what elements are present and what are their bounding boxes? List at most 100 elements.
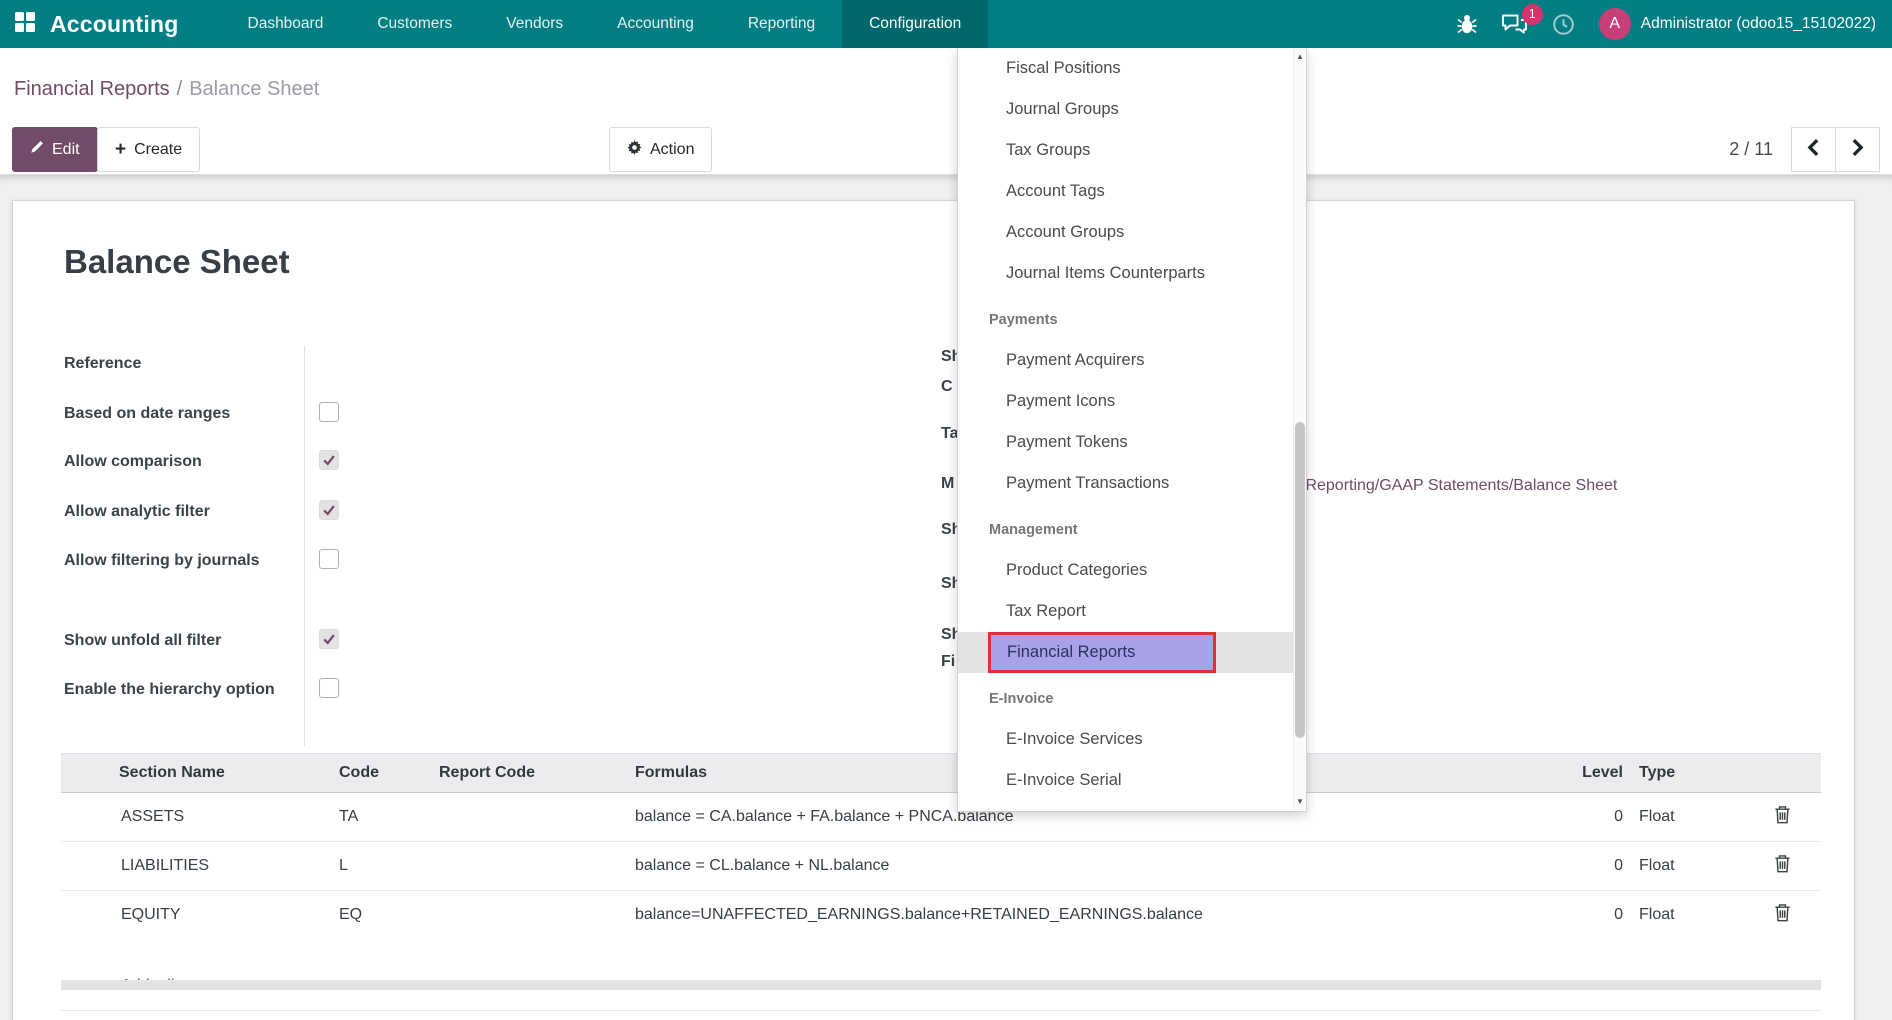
action-button[interactable]: Action (609, 127, 712, 172)
column-header-level[interactable]: Level (1486, 754, 1631, 793)
action-button-label: Action (650, 141, 694, 159)
scrollbar-thumb[interactable] (1295, 422, 1305, 738)
dropdown-scrollbar[interactable]: ▲ ▼ (1293, 48, 1306, 810)
field-label-allow-filtering-by-journals: Allow filtering by journals (64, 545, 304, 625)
breadcrumb: Financial Reports/Balance Sheet (14, 78, 319, 101)
menu-item-path-link[interactable]: /Reporting/GAAP Statements/Balance Sheet (1301, 477, 1617, 495)
cell-report-code[interactable] (431, 842, 627, 891)
column-header-report-code[interactable]: Report Code (431, 754, 627, 793)
dropdown-item-financial-reports[interactable]: Financial Reports (958, 632, 1295, 673)
cell-formulas[interactable]: balance = CL.balance + NL.balance (627, 842, 1486, 891)
financial-reports-highlight[interactable]: Financial Reports (988, 632, 1216, 673)
cell-level[interactable]: 0 (1486, 793, 1631, 842)
checkbox-show-unfold-all-filter[interactable] (319, 629, 339, 649)
cell-section-name[interactable]: EQUITY (111, 891, 331, 940)
dropdown-item-payment-icons[interactable]: Payment Icons (958, 381, 1295, 422)
pager-previous-button[interactable] (1791, 127, 1836, 172)
create-button[interactable]: + Create (97, 127, 200, 172)
cell-code[interactable]: TA (331, 793, 431, 842)
delete-row-button[interactable] (1743, 891, 1821, 940)
cell-formulas[interactable]: balance=UNAFFECTED_EARNINGS.balance+RETA… (627, 891, 1486, 940)
form-left-column: Reference Based on date ranges Allow com… (64, 348, 624, 754)
scroll-down-arrow[interactable]: ▼ (1294, 797, 1306, 806)
app-switcher[interactable]: Accounting (0, 0, 195, 48)
cell-section-name[interactable]: ASSETS (111, 793, 331, 842)
delete-row-button[interactable] (1743, 793, 1821, 842)
table-header-row: Section Name Code Report Code Formulas L… (61, 754, 1821, 793)
edit-button-label: Edit (52, 141, 80, 159)
chevron-left-icon (1807, 139, 1820, 161)
chevron-right-icon (1851, 139, 1864, 161)
cell-code[interactable]: L (331, 842, 431, 891)
table-row-liabilities[interactable]: LIABILITIES L balance = CL.balance + NL.… (61, 842, 1821, 891)
app-name[interactable]: Accounting (50, 11, 179, 38)
breadcrumb-separator: / (170, 78, 190, 100)
user-avatar[interactable]: A (1599, 8, 1631, 40)
cell-code[interactable]: EQ (331, 891, 431, 940)
table-bottom-strip (61, 980, 1821, 990)
user-menu[interactable]: A Administrator (odoo15_15102022) (1599, 8, 1876, 40)
menu-accounting[interactable]: Accounting (590, 0, 721, 48)
cell-level[interactable]: 0 (1486, 842, 1631, 891)
dropdown-item-account-tags[interactable]: Account Tags (958, 171, 1295, 212)
debug-bug-icon[interactable] (1457, 13, 1477, 35)
delete-row-button[interactable] (1743, 842, 1821, 891)
breadcrumb-parent-link[interactable]: Financial Reports (14, 78, 170, 100)
checkbox-enable-the-hierarchy-option[interactable] (319, 678, 339, 698)
menu-vendors[interactable]: Vendors (479, 0, 590, 48)
field-value-reference[interactable] (304, 348, 319, 398)
table-row-assets[interactable]: ASSETS TA balance = CA.balance + FA.bala… (61, 793, 1821, 842)
cell-report-code[interactable] (431, 793, 627, 842)
row-handle[interactable] (61, 793, 111, 842)
message-count-badge: 1 (1522, 4, 1543, 25)
cell-level[interactable]: 0 (1486, 891, 1631, 940)
dropdown-item-journal-items-counterparts[interactable]: Journal Items Counterparts (958, 253, 1295, 294)
dropdown-item-product-categories[interactable]: Product Categories (958, 550, 1295, 591)
dropdown-item-tax-report[interactable]: Tax Report (958, 591, 1295, 632)
checkbox-based-on-date-ranges[interactable] (319, 402, 339, 422)
column-header-code[interactable]: Code (331, 754, 431, 793)
column-header-type[interactable]: Type (1631, 754, 1743, 793)
scroll-up-arrow[interactable]: ▲ (1294, 52, 1306, 61)
field-label-allow-analytic-filter: Allow analytic filter (64, 496, 304, 545)
dropdown-item-e-invoice-serial[interactable]: E-Invoice Serial (958, 760, 1295, 801)
dropdown-item-e-invoice-services[interactable]: E-Invoice Services (958, 719, 1295, 760)
row-handle[interactable] (61, 842, 111, 891)
pager-buttons (1791, 127, 1880, 172)
menu-reporting[interactable]: Reporting (721, 0, 842, 48)
dropdown-section-e-invoice: E-Invoice (958, 673, 1295, 719)
menu-customers[interactable]: Customers (350, 0, 479, 48)
cell-section-name[interactable]: LIABILITIES (111, 842, 331, 891)
field-label-allow-comparison: Allow comparison (64, 446, 304, 496)
navbar-systray: 1 A Administrator (odoo15_15102022) (1457, 0, 1892, 48)
dropdown-item-journal-groups[interactable]: Journal Groups (958, 89, 1295, 130)
cell-report-code[interactable] (431, 891, 627, 940)
checkbox-allow-filtering-by-journals[interactable] (319, 549, 339, 569)
row-handle[interactable] (61, 891, 111, 940)
odoo-accounting-screen: Accounting Dashboard Customers Vendors A… (0, 0, 1892, 1020)
dropdown-item-payment-acquirers[interactable]: Payment Acquirers (958, 340, 1295, 381)
edit-button[interactable]: Edit (12, 127, 98, 172)
dropdown-item-fiscal-positions[interactable]: Fiscal Positions (958, 48, 1295, 89)
main-menu: Dashboard Customers Vendors Accounting R… (221, 0, 989, 48)
checkbox-allow-analytic-filter[interactable] (319, 500, 339, 520)
cell-type[interactable]: Float (1631, 842, 1743, 891)
dropdown-item-account-groups[interactable]: Account Groups (958, 212, 1295, 253)
column-header-section-name[interactable]: Section Name (111, 754, 331, 793)
table-row-equity[interactable]: EQUITY EQ balance=UNAFFECTED_EARNINGS.ba… (61, 891, 1821, 940)
dropdown-section-payments: Payments (958, 294, 1295, 340)
trash-column-header (1743, 754, 1821, 793)
menu-configuration[interactable]: Configuration (842, 0, 988, 48)
checkbox-allow-comparison[interactable] (319, 450, 339, 470)
dropdown-item-payment-transactions[interactable]: Payment Transactions (958, 463, 1295, 504)
cell-type[interactable]: Float (1631, 793, 1743, 842)
menu-dashboard[interactable]: Dashboard (221, 0, 351, 48)
dropdown-item-tax-groups[interactable]: Tax Groups (958, 130, 1295, 171)
cell-type[interactable]: Float (1631, 891, 1743, 940)
activities-clock-icon[interactable] (1552, 13, 1575, 36)
record-title: Balance Sheet (64, 243, 290, 281)
pager-next-button[interactable] (1835, 127, 1880, 172)
apps-grid-icon[interactable] (14, 11, 36, 38)
messages-icon[interactable]: 1 (1501, 13, 1528, 36)
dropdown-item-payment-tokens[interactable]: Payment Tokens (958, 422, 1295, 463)
